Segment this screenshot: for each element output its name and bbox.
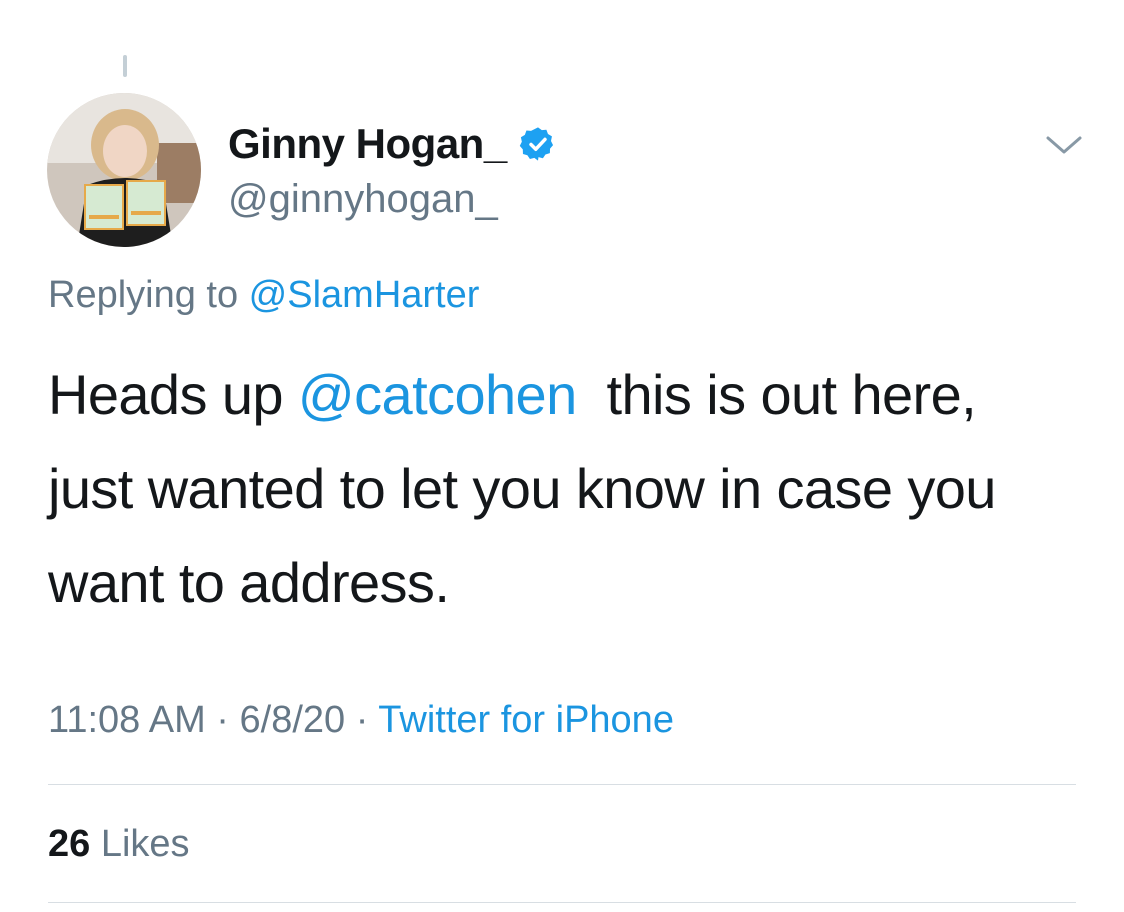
author-display-name[interactable]: Ginny Hogan_ [228, 120, 507, 168]
meta-separator: · [205, 699, 240, 741]
avatar[interactable] [47, 93, 201, 247]
likes-count: 26 [48, 823, 91, 865]
chevron-down-icon[interactable] [1044, 130, 1084, 160]
divider [48, 902, 1076, 903]
tweet-mention-link[interactable]: @catcohen [298, 363, 577, 426]
author-handle[interactable]: @ginnyhogan_ [228, 176, 498, 222]
meta-separator: · [345, 699, 379, 741]
likes-label: Likes [90, 823, 190, 865]
reply-mention-link[interactable]: @SlamHarter [249, 274, 480, 316]
thread-connector-line [123, 55, 127, 77]
divider [48, 784, 1076, 785]
likes-stat[interactable]: 26 Likes [48, 820, 190, 868]
tweet-text: Heads up @catcohen this is out here, jus… [48, 348, 1058, 630]
tweet-time[interactable]: 11:08 AM [48, 699, 206, 741]
tweet-text-part1: Heads up [48, 363, 298, 426]
tweet-metadata: 11:08 AM · 6/8/20 · Twitter for iPhone [48, 696, 674, 744]
author-name[interactable]: Ginny Hogan_ [228, 120, 557, 168]
tweet-date[interactable]: 6/8/20 [240, 699, 346, 741]
verified-badge-icon [519, 125, 557, 163]
replying-to-label: Replying to [48, 274, 249, 316]
replying-to-line: Replying to @SlamHarter [48, 272, 479, 318]
avatar-image [47, 93, 201, 247]
tweet-source-link[interactable]: Twitter for iPhone [378, 699, 674, 741]
